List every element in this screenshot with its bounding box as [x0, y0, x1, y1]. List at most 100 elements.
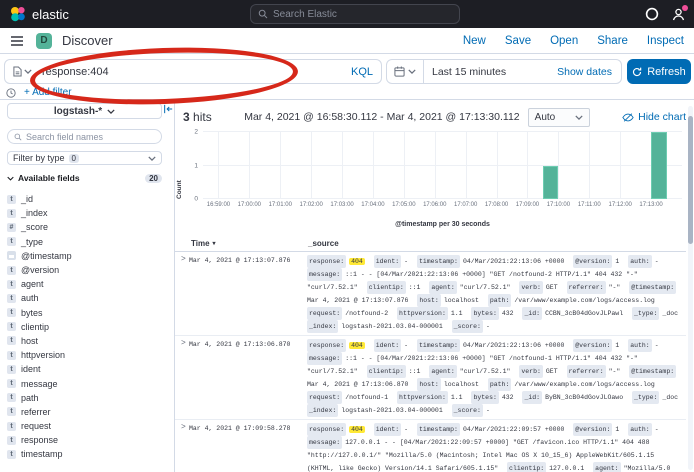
field-item-httpversion[interactable]: thttpversion — [7, 348, 167, 362]
field-name: referrer — [21, 407, 51, 417]
field-item-timestamp[interactable]: ttimestamp — [7, 447, 167, 461]
time-picker-quick-menu[interactable] — [387, 60, 424, 83]
show-dates-button[interactable]: Show dates — [557, 66, 612, 78]
nav-action-open[interactable]: Open — [550, 35, 578, 47]
collapse-sidebar-icon — [163, 104, 173, 114]
search-icon — [258, 9, 268, 19]
field-type-icon: t — [7, 336, 16, 345]
field-name-badge: message: — [307, 352, 342, 365]
field-item-_index[interactable]: t_index — [7, 206, 167, 220]
field-value: "-" — [609, 284, 621, 291]
field-item-host[interactable]: thost — [7, 334, 167, 348]
document-source: response:404 ident:- timestamp:04/Mar/20… — [307, 339, 684, 417]
expand-document-button[interactable]: > — [175, 255, 189, 333]
field-item-message[interactable]: tmessage — [7, 376, 167, 390]
x-axis-tick: 17:12:00 — [609, 202, 632, 208]
refresh-label: Refresh — [647, 66, 686, 78]
query-input[interactable]: response:404 KQL — [4, 59, 382, 84]
refresh-button[interactable]: Refresh — [627, 59, 691, 84]
field-value: - — [404, 342, 408, 349]
field-item-bytes[interactable]: tbytes — [7, 306, 167, 320]
histogram-bar-17:13:00[interactable] — [651, 132, 666, 199]
gridline — [203, 165, 682, 166]
field-item-ident[interactable]: tident — [7, 362, 167, 376]
chevron-down-icon — [408, 69, 416, 74]
available-fields-header[interactable]: Available fields 20 — [7, 173, 162, 183]
hide-chart-button[interactable]: Hide chart — [622, 111, 686, 123]
user-menu-button[interactable] — [671, 7, 686, 22]
query-text[interactable]: response:404 — [42, 66, 109, 78]
x-axis-tick: 17:07:00 — [454, 202, 477, 208]
field-value: ByBN_3cB04dGovJLOawo — [545, 394, 623, 401]
global-search-input[interactable]: Search Elastic — [250, 4, 460, 24]
x-axis-tick: 17:09:00 — [516, 202, 539, 208]
field-type-icon: t — [7, 209, 16, 218]
field-name: _score — [21, 222, 48, 232]
nav-action-save[interactable]: Save — [505, 35, 531, 47]
collapse-sidebar-button[interactable] — [163, 104, 173, 114]
field-name-badge: ident: — [374, 339, 401, 352]
filter-by-type-button[interactable]: Filter by type 0 — [7, 151, 162, 165]
scrollbar-track[interactable] — [688, 106, 693, 470]
field-value: - — [655, 426, 659, 433]
field-item-agent[interactable]: tagent — [7, 277, 167, 291]
filter-by-type-label: Filter by type — [13, 153, 65, 163]
hide-chart-label: Hide chart — [638, 111, 686, 123]
field-value: 04/Mar/2021:22:13:06 +0000 — [463, 258, 564, 265]
field-item-_type[interactable]: t_type — [7, 235, 167, 249]
nav-action-inspect[interactable]: Inspect — [647, 35, 684, 47]
field-value: ::1 — [409, 284, 421, 291]
hamburger-icon — [10, 35, 24, 47]
index-pattern-switcher[interactable]: logstash-* — [7, 103, 162, 119]
histogram-bar-17:09:30[interactable] — [543, 166, 558, 200]
document-timestamp: Mar 4, 2021 @ 17:13:07.876 — [189, 255, 293, 333]
gridline — [620, 132, 621, 199]
field-item-referrer[interactable]: treferrer — [7, 405, 167, 419]
x-axis-tick: 17:00:00 — [238, 202, 261, 208]
scrollbar-thumb[interactable] — [688, 116, 693, 244]
document-timestamp: Mar 4, 2021 @ 17:13:06.870 — [189, 339, 293, 417]
field-name-badge: response: — [307, 423, 346, 436]
field-name-badge: clientip: — [367, 281, 406, 294]
field-type-icon: t — [7, 266, 16, 275]
field-name-badge: request: — [307, 391, 342, 404]
field-value: 1.1 — [451, 394, 463, 401]
brand-name: elastic — [32, 7, 69, 22]
field-name-badge: _index: — [307, 320, 338, 333]
field-name-badge: host: — [417, 294, 441, 307]
expand-document-button[interactable]: > — [175, 339, 189, 417]
nav-action-new[interactable]: New — [463, 35, 486, 47]
field-name-badge: agent: — [429, 281, 456, 294]
query-language-button[interactable]: KQL — [351, 66, 373, 78]
space-avatar-badge[interactable]: D — [36, 33, 52, 49]
field-item-@timestamp[interactable]: @timestamp — [7, 249, 167, 263]
saved-queries-icon[interactable] — [13, 66, 22, 77]
nav-action-share[interactable]: Share — [597, 35, 628, 47]
interval-select[interactable]: Auto — [528, 108, 590, 127]
field-name-badge: @version: — [573, 339, 612, 352]
field-item-_id[interactable]: t_id — [7, 192, 167, 206]
field-item-path[interactable]: tpath — [7, 391, 167, 405]
time-column-header[interactable]: Time ▾ — [191, 239, 216, 248]
field-name-badge: response: — [307, 339, 346, 352]
help-icon[interactable] — [645, 7, 659, 21]
expand-document-button[interactable]: > — [175, 423, 189, 472]
y-axis-title: Count — [176, 132, 183, 199]
field-item-@version[interactable]: t@version — [7, 263, 167, 277]
x-axis-tick: 17:03:00 — [330, 202, 353, 208]
field-item-clientip[interactable]: tclientip — [7, 320, 167, 334]
filter-options-icon[interactable] — [6, 88, 16, 98]
app-navbar: D Discover NewSaveOpenShareInspect — [0, 28, 694, 54]
field-item-request[interactable]: trequest — [7, 419, 167, 433]
menu-button[interactable] — [10, 35, 24, 47]
field-name-badge: bytes: — [471, 391, 498, 404]
field-item-_score[interactable]: #_score — [7, 220, 167, 234]
field-search-input[interactable]: Search field names — [7, 129, 162, 144]
field-type-icon: t — [7, 237, 16, 246]
time-range-button[interactable]: Last 15 minutes — [432, 66, 506, 78]
field-item-auth[interactable]: tauth — [7, 291, 167, 305]
field-value: "curl/7.52.1" — [460, 368, 511, 375]
field-item-response[interactable]: tresponse — [7, 433, 167, 447]
add-filter-button[interactable]: + Add filter — [24, 87, 72, 98]
elastic-home-link[interactable]: elastic — [10, 6, 69, 22]
